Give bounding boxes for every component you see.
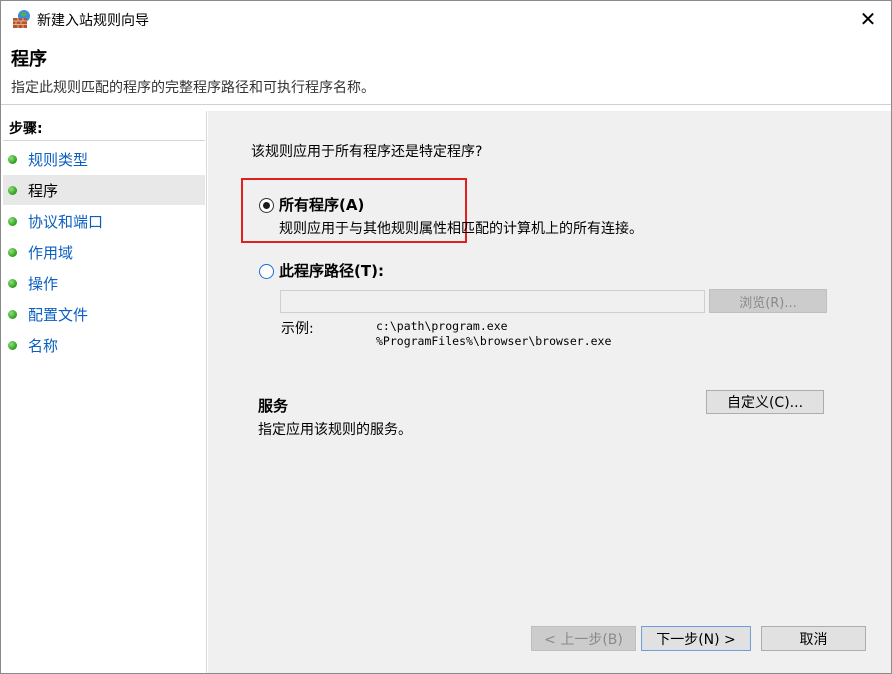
example-path-2: %ProgramFiles%\browser\browser.exe [376, 334, 612, 348]
all-programs-label[interactable]: 所有程序(A) [279, 194, 364, 215]
back-button[interactable]: < 上一步(B) [531, 626, 636, 651]
page-header: 程序 指定此规则匹配的程序的完整程序路径和可执行程序名称。 [1, 37, 891, 105]
browse-button[interactable]: 浏览(R)... [709, 289, 827, 313]
step-label: 程序 [28, 181, 59, 200]
wizard-window: 新建入站规则向导 ✕ 程序 指定此规则匹配的程序的完整程序路径和可执行程序名称。… [0, 0, 892, 674]
page-subtitle: 指定此规则匹配的程序的完整程序路径和可执行程序名称。 [11, 80, 375, 96]
services-title: 服务 [258, 397, 289, 415]
program-path-input[interactable] [280, 290, 705, 313]
step-label: 协议和端口 [28, 212, 104, 231]
step-status-icon [8, 216, 17, 226]
customize-button[interactable]: 自定义(C)... [706, 390, 824, 414]
step-label: 名称 [28, 336, 59, 355]
content-panel: 该规则应用于所有程序还是特定程序? 所有程序(A) 规则应用于与其他规则属性相匹… [208, 111, 891, 673]
title-bar: 新建入站规则向导 ✕ [1, 1, 891, 37]
example-path-1: c:\path\program.exe [376, 319, 508, 333]
steps-divider [3, 140, 205, 141]
scope-question: 该规则应用于所有程序还是特定程序? [251, 144, 483, 160]
steps-panel: 步骤: 规则类型 程序 协议和端口 作用域 操作 配置文件 名称 [1, 111, 207, 673]
page-title: 程序 [11, 49, 47, 70]
all-programs-description: 规则应用于与其他规则属性相匹配的计算机上的所有连接。 [279, 221, 643, 237]
example-label: 示例: [281, 321, 314, 337]
step-label: 作用域 [28, 243, 74, 262]
cancel-button[interactable]: 取消 [761, 626, 866, 651]
step-profile[interactable]: 配置文件 [3, 299, 205, 329]
window-title: 新建入站规则向导 [37, 13, 149, 29]
step-rule-type[interactable]: 规则类型 [3, 144, 205, 174]
step-status-icon [8, 309, 17, 319]
step-status-icon [8, 247, 17, 257]
step-status-icon [8, 340, 17, 350]
step-status-icon [8, 154, 17, 164]
next-button[interactable]: 下一步(N) > [641, 626, 751, 651]
step-action[interactable]: 操作 [3, 268, 205, 298]
step-label: 配置文件 [28, 305, 89, 324]
step-status-icon [8, 185, 17, 195]
close-button[interactable]: ✕ [845, 1, 891, 37]
services-description: 指定应用该规则的服务。 [258, 422, 412, 438]
step-name[interactable]: 名称 [3, 330, 205, 360]
steps-heading: 步骤: [9, 121, 43, 137]
close-icon: ✕ [859, 7, 877, 31]
step-status-icon [8, 278, 17, 288]
program-path-label[interactable]: 此程序路径(T): [279, 260, 384, 281]
program-path-radio[interactable] [259, 264, 274, 279]
all-programs-radio[interactable] [259, 198, 274, 213]
step-label: 操作 [28, 274, 59, 293]
step-program[interactable]: 程序 [3, 175, 205, 205]
step-protocol-port[interactable]: 协议和端口 [3, 206, 205, 236]
firewall-bricks-icon [12, 9, 32, 29]
step-scope[interactable]: 作用域 [3, 237, 205, 267]
step-label: 规则类型 [28, 150, 89, 169]
